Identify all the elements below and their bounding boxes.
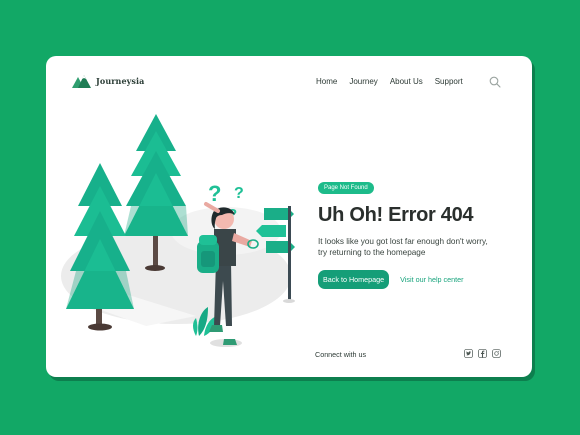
connect-label: Connect with us [315, 350, 367, 359]
help-center-link[interactable]: Visit our help center [400, 275, 463, 284]
svg-text:?: ? [208, 181, 221, 206]
error-card: Journeysia Home Journey About Us Support [46, 56, 532, 377]
svg-text:?: ? [234, 185, 244, 202]
status-badge: Page Not Found [318, 182, 374, 194]
nav-item-home[interactable]: Home [316, 77, 337, 86]
main-nav: Home Journey About Us Support [316, 77, 463, 86]
brand-name: Journeysia [96, 76, 145, 86]
error-description: It looks like you got lost far enough do… [318, 237, 488, 257]
twitter-icon[interactable] [464, 349, 473, 358]
brand-logo[interactable]: Journeysia [72, 74, 144, 88]
action-row: Back to Homepage Visit our help center [318, 270, 518, 289]
back-to-homepage-button[interactable]: Back to Homepage [318, 270, 390, 289]
error-content: Page Not Found Uh Oh! Error 404 It looks… [318, 176, 518, 289]
facebook-icon[interactable] [478, 349, 487, 358]
lost-traveler-illustration: ? ? ? [61, 114, 295, 347]
mountain-logo-icon [72, 75, 91, 88]
instagram-icon[interactable] [492, 349, 501, 358]
nav-item-about-us[interactable]: About Us [390, 77, 423, 86]
page-title: Uh Oh! Error 404 [318, 204, 474, 226]
social-links [464, 349, 501, 358]
nav-item-journey[interactable]: Journey [349, 77, 377, 86]
nav-item-support[interactable]: Support [435, 77, 463, 86]
search-icon[interactable] [489, 76, 501, 88]
